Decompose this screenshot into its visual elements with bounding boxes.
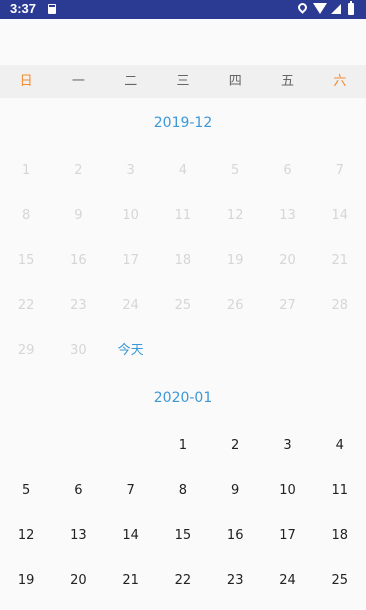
day-cell: 11: [174, 208, 192, 223]
day-cell: 22: [17, 298, 35, 313]
day-cell: 18: [174, 253, 192, 268]
day-cell-empty: [52, 423, 104, 468]
day-cell[interactable]: 19: [0, 558, 52, 603]
weekday-tue: 二: [124, 74, 138, 89]
day-cell[interactable]: 14: [105, 513, 157, 558]
day-cell: 13: [279, 208, 296, 223]
day-cell: 26: [226, 298, 244, 313]
day-cell[interactable]: 16: [209, 513, 261, 558]
day-cell[interactable]: 23: [209, 558, 261, 603]
day-cell: 14: [331, 208, 348, 223]
day-cell[interactable]: 15: [157, 513, 209, 558]
weekday-thu: 四: [228, 74, 242, 89]
day-cell[interactable]: 1: [157, 423, 209, 468]
day-cell[interactable]: 9: [209, 468, 261, 513]
day-cell-empty: [0, 423, 52, 468]
status-time: 3:37: [10, 1, 37, 16]
weekday-fri: 五: [281, 74, 295, 89]
month-grid: 1 2 3 4 5 6 7 8 9 10 11 12 13 14 15 16 17 18 19 20 21 22 23 24 2…: [0, 148, 366, 373]
day-cell[interactable]: 6: [52, 468, 104, 513]
day-cell: 21: [331, 253, 348, 268]
calendar-list[interactable]: 2019-12 1 2 3 4 5 6 7 8 9 10 11 12 13 14 15 16 17 18 19 20 2…: [0, 98, 366, 603]
day-cell[interactable]: 24: [261, 558, 313, 603]
day-cell: 30: [70, 343, 87, 358]
wifi-icon: [313, 3, 327, 14]
day-cell: 29: [17, 343, 35, 358]
day-cell[interactable]: 7: [105, 468, 157, 513]
weekday-sun: 日: [19, 74, 33, 89]
location-icon: [296, 1, 309, 14]
day-cell: 19: [226, 253, 244, 268]
day-cell[interactable]: 10: [261, 468, 313, 513]
day-cell: 5: [231, 163, 240, 178]
day-cell-empty: [105, 423, 157, 468]
day-cell[interactable]: 2: [209, 423, 261, 468]
day-cell[interactable]: 18: [314, 513, 366, 558]
day-cell: 15: [17, 253, 35, 268]
weekday-wed: 三: [176, 74, 190, 89]
day-cell: 3: [126, 163, 135, 178]
weekday-mon: 一: [71, 74, 85, 89]
day-cell: 1: [21, 163, 31, 178]
day-cell[interactable]: 5: [0, 468, 52, 513]
day-cell[interactable]: 20: [52, 558, 104, 603]
month-title: 2019-12: [153, 115, 213, 131]
day-cell: 20: [279, 253, 296, 268]
day-cell: 6: [283, 163, 292, 178]
day-cell[interactable]: 4: [314, 423, 366, 468]
day-cell[interactable]: 8: [157, 468, 209, 513]
day-cell[interactable]: 12: [0, 513, 52, 558]
day-cell: 25: [174, 298, 192, 313]
top-bar: [0, 19, 366, 65]
battery-icon: [348, 1, 354, 15]
month-title: 2020-01: [153, 390, 213, 406]
weekday-header: 日 一 二 三 四 五 六: [0, 65, 366, 98]
day-cell: 16: [70, 253, 87, 268]
day-cell[interactable]: 21: [105, 558, 157, 603]
status-bar: 3:37: [0, 0, 366, 19]
day-cell: 17: [122, 253, 139, 268]
weekday-sat: 六: [333, 74, 347, 89]
day-cell: 28: [331, 298, 348, 313]
day-cell: 8: [21, 208, 31, 223]
day-cell[interactable]: 25: [314, 558, 366, 603]
day-cell[interactable]: 13: [52, 513, 104, 558]
day-cell: 4: [178, 163, 188, 178]
signal-icon: [331, 4, 341, 14]
day-cell[interactable]: 17: [261, 513, 313, 558]
day-cell: 24: [122, 298, 139, 313]
sd-card-icon: [48, 4, 56, 14]
day-cell: 7: [335, 163, 344, 178]
day-cell: 2: [74, 163, 83, 178]
day-cell: 10: [122, 208, 139, 223]
day-cell[interactable]: 3: [261, 423, 313, 468]
month-grid: 1 2 3 4 5 6 7 8 9 10 11 12 13 14 15 16 17 18 19 20 21 22 23 24 2…: [0, 423, 366, 603]
day-cell: 12: [226, 208, 244, 223]
day-cell[interactable]: 11: [314, 468, 366, 513]
day-cell: 27: [279, 298, 296, 313]
day-cell: 23: [70, 298, 87, 313]
day-cell-today[interactable]: 今天: [105, 328, 157, 373]
day-cell: 9: [74, 208, 83, 223]
day-cell[interactable]: 22: [157, 558, 209, 603]
